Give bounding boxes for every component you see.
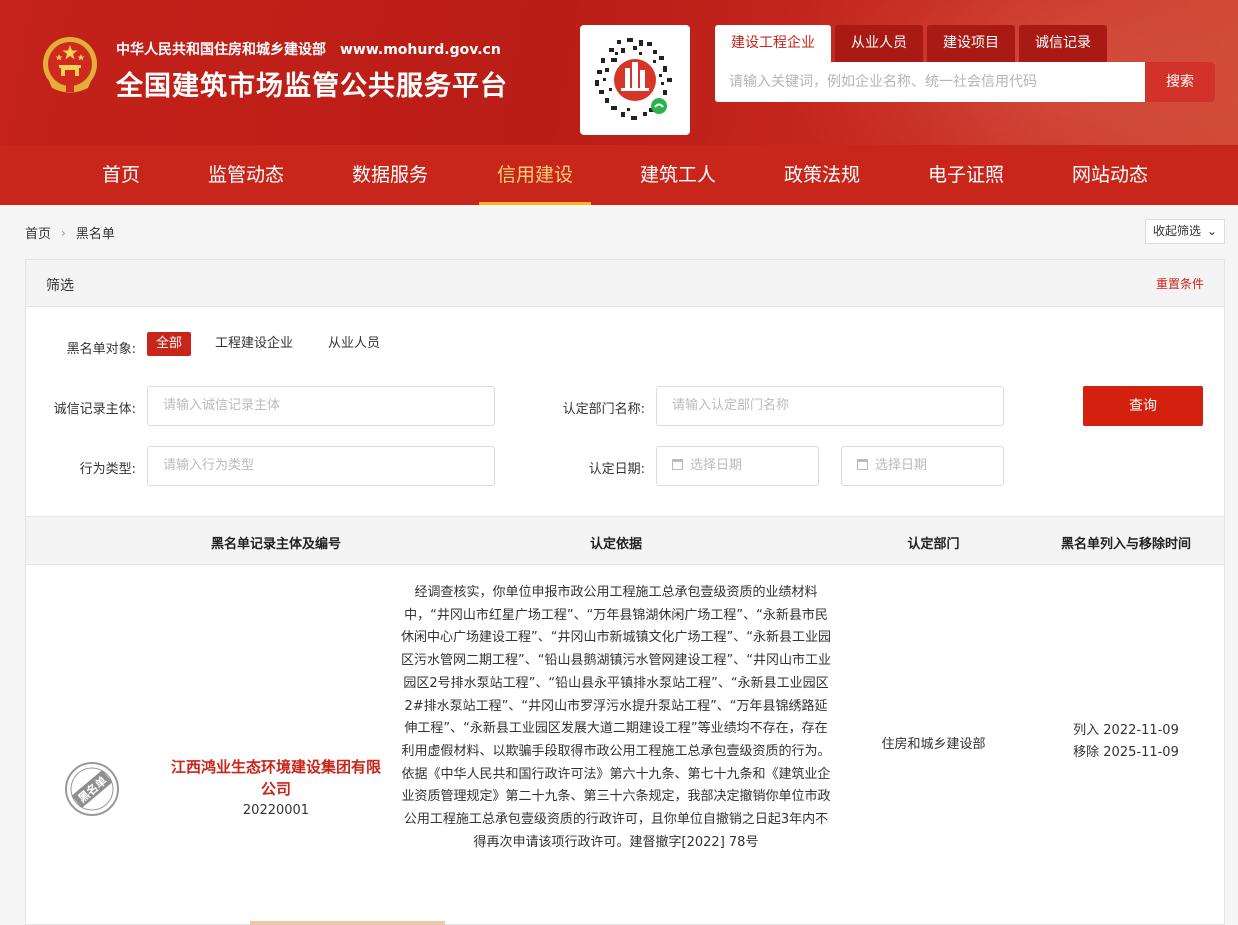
search-button[interactable]: 搜索 (1145, 62, 1215, 102)
object-option-practitioners[interactable]: 从业人员 (319, 332, 389, 356)
tab-construction-projects[interactable]: 建设项目 (927, 25, 1015, 62)
reset-conditions-link[interactable]: 重置条件 (1156, 275, 1204, 292)
tab-practitioners[interactable]: 从业人员 (835, 25, 923, 62)
table-header: 黑名单记录主体及编号 认定依据 认定部门 黑名单列入与移除时间 (26, 517, 1224, 565)
calendar-icon (857, 459, 868, 470)
search-box: 搜索 (715, 62, 1215, 102)
breadcrumb-home[interactable]: 首页 (25, 223, 51, 242)
ministry-name: 中华人民共和国住房和城乡建设部 www.mohurd.gov.cn (116, 39, 501, 59)
entity-name-link[interactable]: 江西鸿业生态环境建设集团有限公司 (166, 756, 386, 800)
removed-date: 移除 2025-11-09 (1073, 745, 1179, 760)
breadcrumb-current: 黑名单 (75, 227, 115, 242)
credit-subject-label: 诚信记录主体: (53, 402, 136, 417)
nav-site-news[interactable]: 网站动态 (1066, 145, 1154, 205)
tab-construction-enterprise[interactable]: 建设工程企业 (715, 25, 831, 62)
date-end-picker[interactable]: 选择日期 (841, 446, 1004, 486)
filter-panel: 筛选 重置条件 黑名单对象: 全部 工程建设企业 从业人员 诚信记录主体: 请输… (25, 259, 1225, 517)
table-row: 黑名单 江西鸿业生态环境建设集团有限公司 20220001 经调查核实，你单位申… (26, 565, 1224, 925)
dept-name-label: 认定部门名称: (562, 402, 645, 417)
nav-home[interactable]: 首页 (88, 145, 154, 205)
platform-title: 全国建筑市场监管公共服务平台 (116, 71, 508, 102)
entity-code: 20220001 (242, 803, 310, 818)
blacklist-object-label: 黑名单对象: (66, 342, 136, 357)
query-button[interactable]: 查询 (1083, 386, 1203, 426)
chevron-right-icon: › (61, 225, 66, 240)
ministry-url[interactable]: www.mohurd.gov.cn (340, 42, 501, 58)
listed-date: 列入 2022-11-09 (1073, 723, 1179, 738)
search-category-tabs: 建设工程企业 从业人员 建设项目 诚信记录 (715, 25, 1111, 62)
filter-panel-header: 筛选 重置条件 (26, 260, 1224, 307)
date-start-placeholder: 选择日期 (690, 458, 743, 473)
nav-credit-building[interactable]: 信用建设 (479, 145, 591, 205)
filter-title: 筛选 (46, 278, 74, 294)
col-basis: 认定依据 (589, 537, 642, 552)
mini-program-qr-code (580, 25, 690, 135)
breadcrumb: 首页 › 黑名单 (25, 223, 115, 243)
calendar-icon (672, 459, 683, 470)
object-option-all[interactable]: 全部 (147, 332, 192, 356)
dept-name-input[interactable]: 请输入认定部门名称 (656, 386, 1004, 426)
date-start-picker[interactable]: 选择日期 (656, 446, 819, 486)
col-dept: 认定部门 (907, 537, 960, 552)
horizontal-scrollbar[interactable] (250, 921, 445, 925)
determination-date-label: 认定日期: (588, 462, 645, 477)
nav-policies-regulations[interactable]: 政策法规 (778, 145, 866, 205)
listing-dates: 列入 2022-11-09 移除 2025-11-09 (1041, 720, 1211, 764)
national-emblem-icon (43, 37, 97, 93)
behavior-type-input[interactable]: 请输入行为类型 (147, 446, 495, 486)
blacklist-table: 黑名单记录主体及编号 认定依据 认定部门 黑名单列入与移除时间 黑名单 江西鸿业… (25, 517, 1225, 925)
blacklist-stamp-icon: 黑名单 (65, 762, 119, 816)
object-option-enterprise[interactable]: 工程建设企业 (206, 332, 302, 356)
determination-dept: 住房和城乡建设部 (881, 737, 986, 752)
qr-code-icon (589, 34, 681, 126)
search-input[interactable] (715, 62, 1145, 102)
credit-subject-input[interactable]: 请输入诚信记录主体 (147, 386, 495, 426)
collapse-filter-label: 收起筛选 (1153, 224, 1202, 238)
chevron-down-icon: ⌄ (1206, 224, 1217, 238)
nav-data-services[interactable]: 数据服务 (346, 145, 434, 205)
ministry-name-text: 中华人民共和国住房和城乡建设部 (116, 42, 326, 58)
nav-regulation-news[interactable]: 监管动态 (202, 145, 290, 205)
site-header: 中华人民共和国住房和城乡建设部 www.mohurd.gov.cn 全国建筑市场监… (0, 0, 1238, 145)
date-end-placeholder: 选择日期 (875, 458, 928, 473)
main-nav: 首页 监管动态 数据服务 信用建设 建筑工人 政策法规 电子证照 网站动态 (0, 145, 1238, 205)
nav-e-certificates[interactable]: 电子证照 (922, 145, 1010, 205)
col-entity: 黑名单记录主体及编号 (210, 537, 341, 552)
col-dates: 黑名单列入与移除时间 (1060, 537, 1191, 552)
tab-credit-records[interactable]: 诚信记录 (1019, 25, 1107, 62)
nav-construction-workers[interactable]: 建筑工人 (634, 145, 722, 205)
determination-basis: 经调查核实，你单位申报市政公用工程施工总承包壹级资质的业绩材料中，“井冈山市红星… (401, 585, 831, 850)
collapse-filter-button[interactable]: 收起筛选 ⌄ (1145, 219, 1225, 244)
behavior-type-label: 行为类型: (79, 462, 136, 477)
